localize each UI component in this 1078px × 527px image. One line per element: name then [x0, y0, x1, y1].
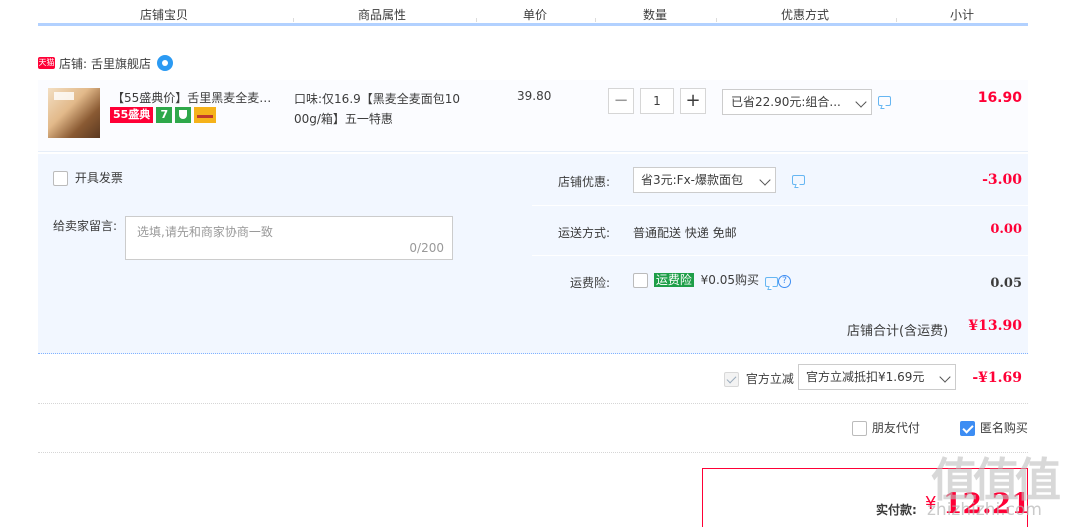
shop-discount-amount: -3.00: [982, 172, 1022, 188]
shop-discount-value: 省3元:Fx-爆款面包: [641, 173, 744, 187]
friend-pay-option: 朋友代付: [852, 419, 920, 436]
header-divider: [716, 18, 717, 22]
insurance-label: 运费险:: [570, 276, 611, 290]
anonymous-purchase-option: 匿名购买: [960, 419, 1028, 436]
shipping-label: 运送方式:: [558, 226, 611, 240]
promo-select[interactable]: 已省22.90元:组合...: [722, 89, 872, 115]
shield-icon: [175, 107, 192, 123]
header-col-subtotal: 小计: [950, 8, 975, 22]
shop-total-value: ¥13.90: [968, 318, 1022, 334]
seller-message-input[interactable]: 选填,请先和商家协商一致 0/200: [125, 216, 453, 260]
official-discount-option: 官方立减: [724, 370, 794, 387]
item-subtotal: 16.90: [977, 90, 1022, 106]
insurance-name: 运费险: [653, 273, 694, 287]
product-title-link[interactable]: 【55盛典价】舌里黑麦全麦面...: [112, 89, 282, 106]
order-options-panel: 开具发票 给卖家留言: 选填,请先和商家协商一致 0/200 店铺优惠: 省3元…: [38, 154, 1028, 354]
shipping-row: 运送方式: 普通配送 快递 免邮 0.00: [532, 206, 1028, 256]
insurance-option: 运费险 ¥0.05购买: [633, 271, 759, 288]
unit-price: 39.80: [517, 89, 552, 103]
table-header: 店铺宝贝 商品属性 单价 数量 优惠方式 小计: [38, 0, 1028, 26]
header-col-qty: 数量: [643, 8, 668, 22]
official-discount-checkbox[interactable]: [724, 372, 739, 387]
official-discount-amount: -¥1.69: [972, 370, 1022, 386]
shop-name-link[interactable]: 舌里旗舰店: [91, 55, 151, 72]
shipping-insurance-row: 运费险: 运费险 ¥0.05购买 ? 0.05: [532, 256, 1028, 302]
attr-line: 口味:仅16.9【黑麦全麦面包10: [294, 92, 461, 106]
header-col-attr: 商品属性: [358, 8, 407, 22]
chevron-down-icon: [939, 371, 951, 383]
buyer-options: 开具发票 给卖家留言: 选填,请先和商家协商一致 0/200: [38, 154, 530, 302]
shop-line: 天猫 店铺: 舌里旗舰店: [38, 54, 174, 72]
header-col-promo: 优惠方式: [781, 8, 830, 22]
header-col-shop-item: 店铺宝贝: [140, 8, 189, 22]
official-discount-select[interactable]: 官方立减抵扣¥1.69元: [798, 364, 956, 390]
cart-item-row: 【55盛典价】舌里黑麦全麦面... 55盛典 7 口味:仅16.9【黑麦全麦面包…: [38, 80, 1028, 152]
insurance-checkbox[interactable]: [633, 273, 648, 288]
message-label: 给卖家留言:: [53, 219, 118, 233]
qty-minus-button[interactable]: −: [608, 88, 634, 114]
message-placeholder: 选填,请先和商家协商一致: [137, 225, 273, 239]
help-circle-icon[interactable]: ?: [778, 275, 791, 288]
invoice-checkbox[interactable]: [53, 171, 68, 186]
chat-bubble-icon[interactable]: [765, 277, 778, 287]
header-divider: [476, 18, 477, 22]
wangwang-chat-icon[interactable]: [157, 55, 174, 71]
friend-pay-checkbox[interactable]: [852, 421, 867, 436]
invoice-label: 开具发票: [74, 171, 123, 185]
promo-select-value: 已省22.90元:组合...: [731, 95, 841, 109]
product-badges: 55盛典 7: [110, 107, 217, 123]
official-discount-row: 官方立减 官方立减抵扣¥1.69元 -¥1.69: [38, 356, 1028, 402]
order-summary-options: 店铺优惠: 省3元:Fx-爆款面包 -3.00 运送方式: 普通配送 快递 免邮…: [532, 154, 1028, 302]
insurance-price: ¥0.05购买: [700, 273, 760, 287]
official-discount-label: 官方立减: [745, 372, 794, 386]
shop-discount-select[interactable]: 省3元:Fx-爆款面包: [633, 167, 776, 193]
chat-bubble-icon[interactable]: [878, 96, 891, 106]
qty-input[interactable]: 1: [640, 88, 674, 114]
tmall-icon: 天猫: [38, 57, 55, 69]
shop-discount-label: 店铺优惠:: [558, 175, 611, 189]
actual-payment-label: 实付款:: [876, 503, 917, 517]
shop-discount-row: 店铺优惠: 省3元:Fx-爆款面包 -3.00: [532, 154, 1028, 206]
header-divider: [293, 18, 294, 22]
product-attributes: 口味:仅16.9【黑麦全麦面包10 00g/箱】五一特惠: [294, 89, 476, 129]
divider: [38, 452, 1028, 453]
anonymous-checkbox[interactable]: [960, 421, 975, 436]
credit-card-icon: [194, 107, 217, 123]
badge-7-day-return: 7: [156, 107, 173, 123]
official-discount-value: 官方立减抵扣¥1.69元: [806, 370, 925, 384]
qty-plus-button[interactable]: +: [680, 88, 706, 114]
friend-pay-label: 朋友代付: [871, 421, 920, 435]
header-divider: [896, 18, 897, 22]
header-divider: [595, 18, 596, 22]
attr-line: 00g/箱】五一特惠: [294, 112, 393, 126]
shipping-method: 普通配送 快递 免邮: [633, 226, 737, 240]
shop-total-label: 店铺合计(含运费): [847, 324, 949, 339]
site-watermark: 值值值 zhizhizhi.com: [925, 440, 1075, 527]
chat-bubble-icon[interactable]: [792, 175, 805, 185]
badge-55-festival: 55盛典: [110, 107, 154, 123]
shop-total-row: 店铺合计(含运费) ¥13.90: [38, 302, 1028, 354]
quantity-stepper: − 1 +: [608, 88, 706, 114]
insurance-amount: 0.05: [990, 276, 1022, 291]
anonymous-label: 匿名购买: [979, 421, 1028, 435]
invoice-option: 开具发票: [53, 169, 123, 186]
product-thumbnail[interactable]: [48, 88, 100, 138]
message-char-count: 0/200: [409, 241, 444, 255]
divider: [38, 403, 1028, 404]
shop-label: 店铺:: [59, 56, 88, 71]
chevron-down-icon: [759, 174, 771, 186]
header-col-price: 单价: [523, 8, 548, 22]
shipping-amount: 0.00: [990, 222, 1022, 237]
chevron-down-icon: [855, 96, 867, 108]
watermark-url: zhizhizhi.com: [927, 500, 1042, 520]
